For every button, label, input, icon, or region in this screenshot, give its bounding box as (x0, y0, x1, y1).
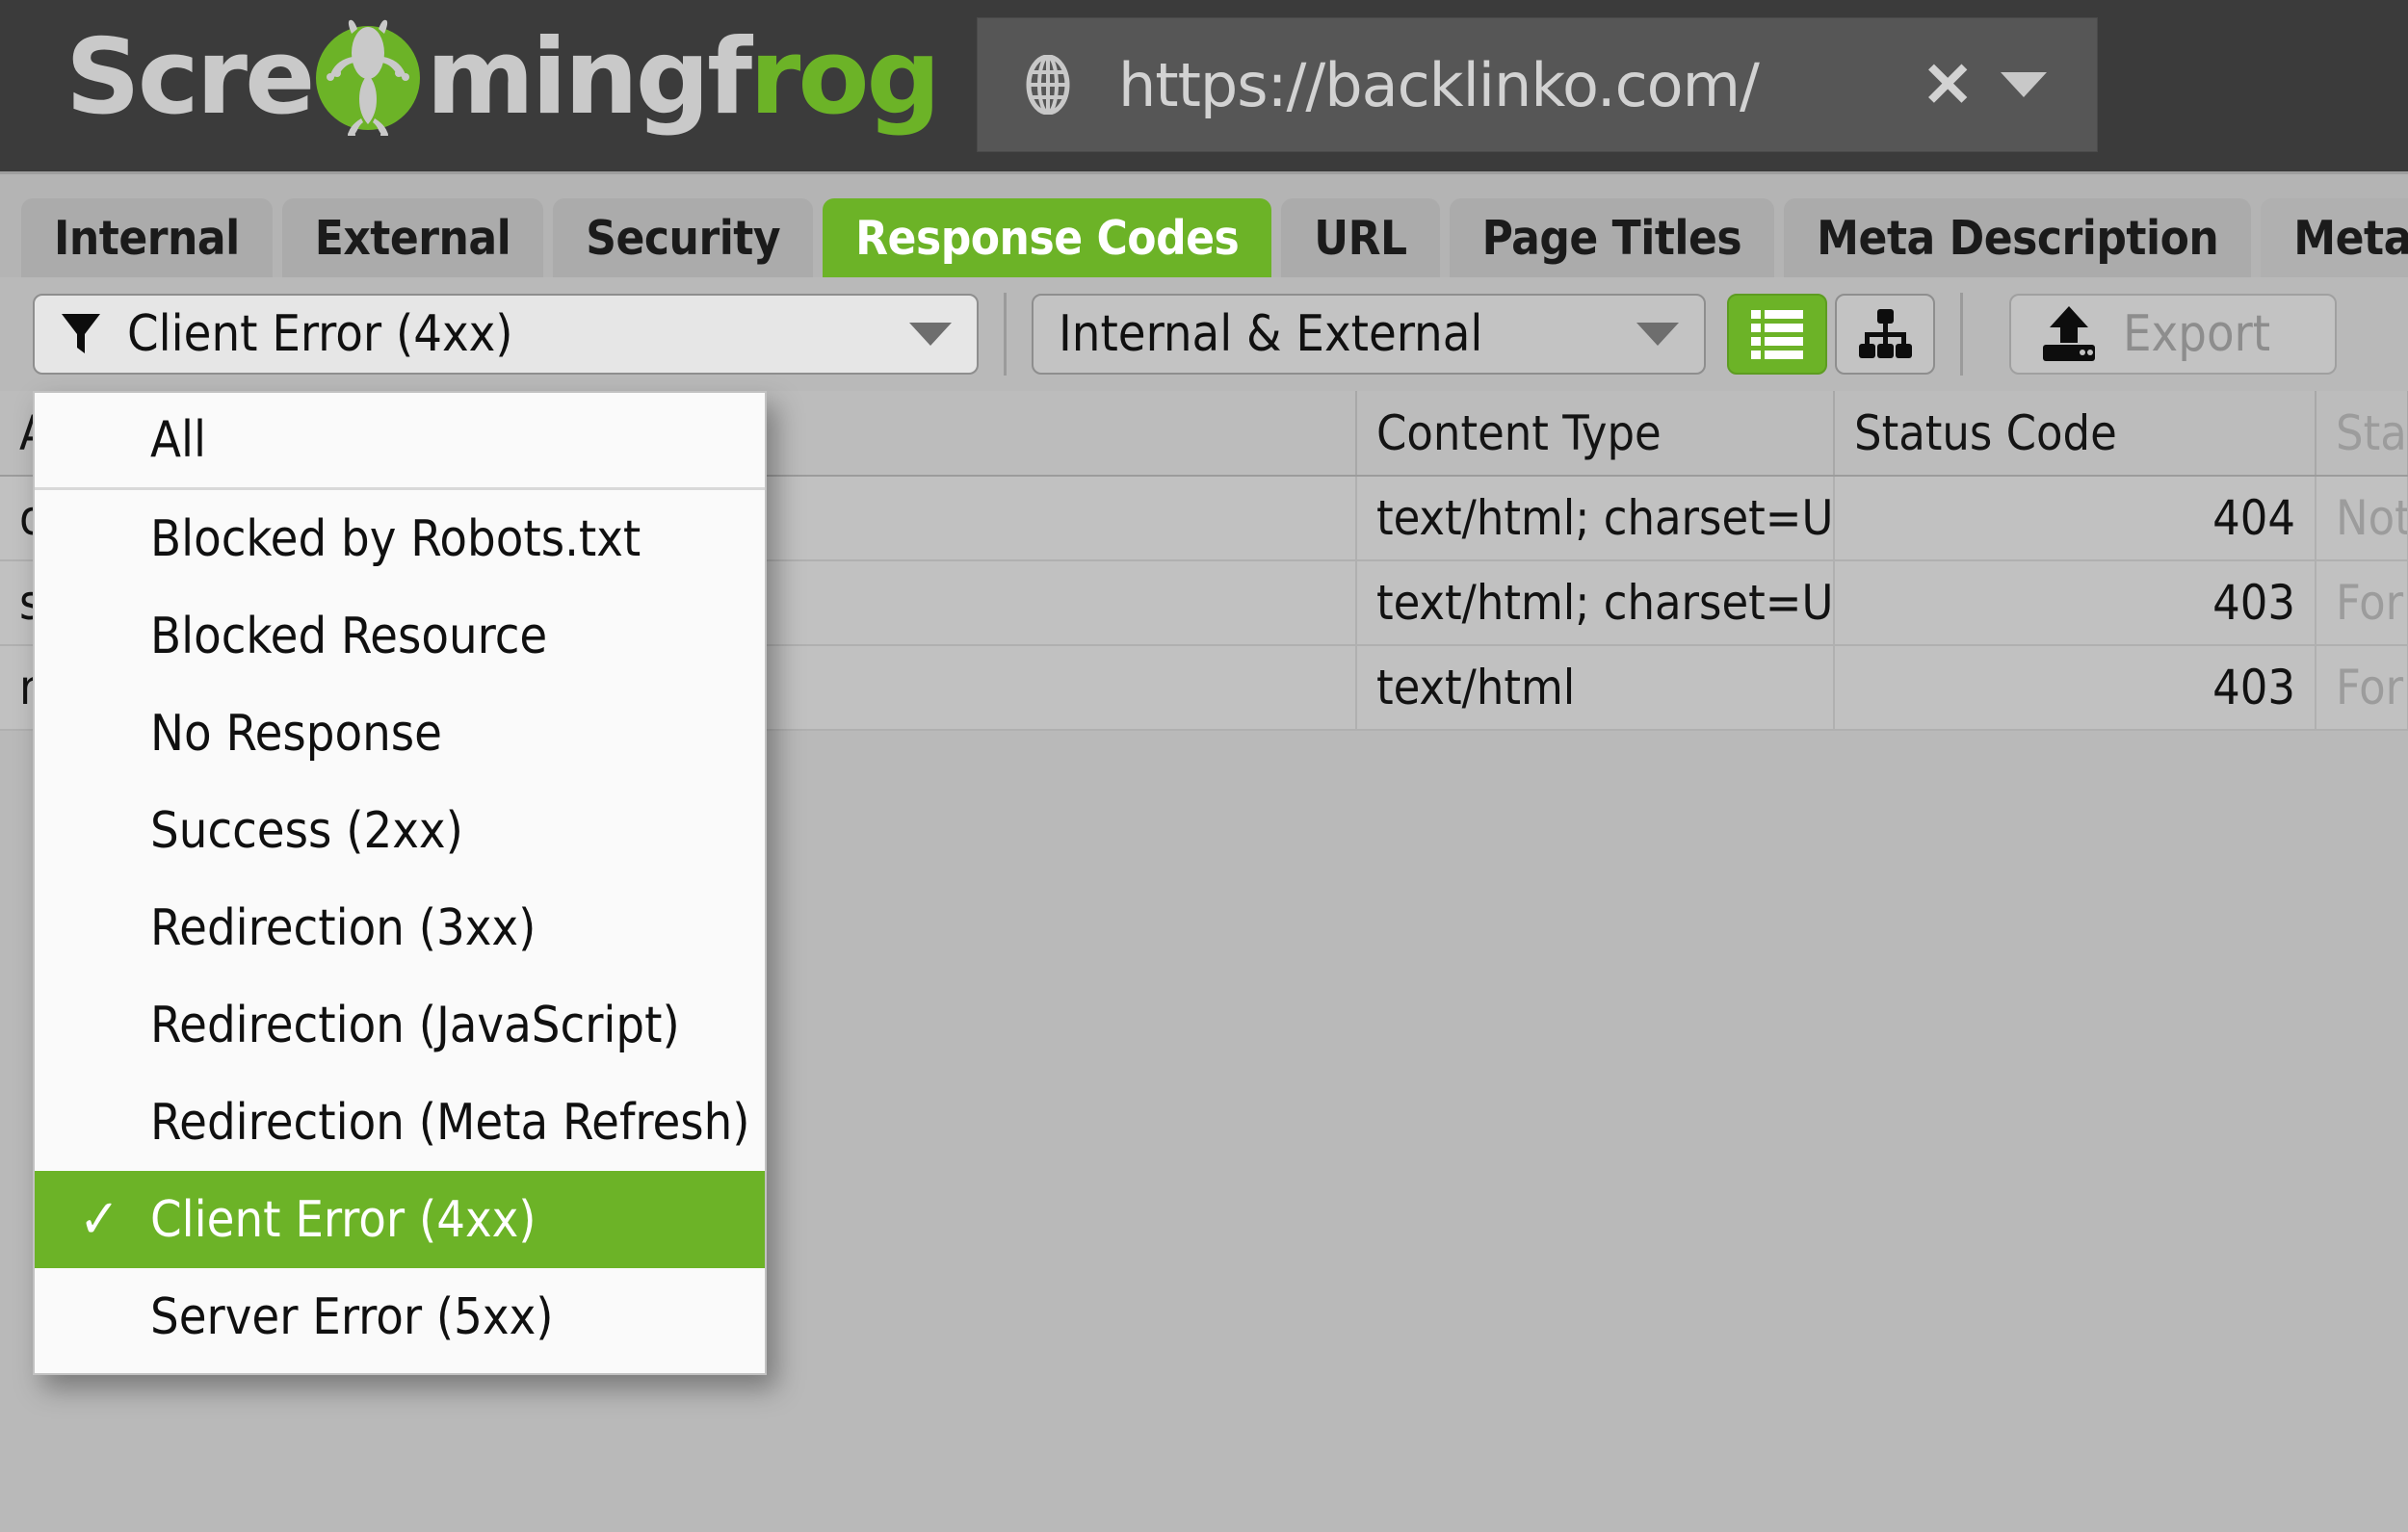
scope-dropdown[interactable]: Internal & External (1032, 294, 1706, 375)
tab-label: URL (1314, 211, 1406, 266)
cell-content-type: text/html; charset=UTF-8 (1356, 476, 1834, 560)
tab-page-titles[interactable]: Page Titles (1450, 198, 1775, 277)
menu-item-success-2xx[interactable]: Success (2xx) (35, 782, 765, 879)
menu-item-no-response[interactable]: No Response (35, 685, 765, 782)
menu-item-label: Blocked Resource (150, 608, 547, 665)
menu-item-label: Client Error (4xx) (150, 1191, 537, 1249)
tab-meta-keywords[interactable]: Meta Keywords (2261, 198, 2408, 277)
cell-status: Forbidden (2316, 645, 2408, 730)
tree-view-button[interactable] (1835, 294, 1935, 375)
menu-item-blocked-by-robots[interactable]: Blocked by Robots.txt (35, 490, 765, 587)
menu-item-client-error-4xx[interactable]: ✓ Client Error (4xx) (35, 1171, 765, 1268)
column-header-status-code[interactable]: Status Code (1834, 391, 2316, 476)
menu-item-label: Blocked by Robots.txt (150, 510, 641, 568)
frog-logo-icon (312, 20, 426, 134)
menu-item-label: Server Error (5xx) (150, 1288, 554, 1346)
export-button[interactable]: Export (2009, 294, 2337, 375)
cell-status-code: 404 (1834, 476, 2316, 560)
menu-item-all[interactable]: All (35, 393, 765, 490)
tree-view-icon (1857, 307, 1913, 361)
menu-item-label: Success (2xx) (150, 802, 463, 860)
export-label: Export (2123, 305, 2270, 363)
tab-external[interactable]: External (282, 198, 544, 277)
toolbar-divider-2 (1960, 293, 1963, 376)
response-filter-dropdown[interactable]: Client Error (4xx) (33, 294, 979, 375)
cell-content-type: text/html (1356, 645, 1834, 730)
tab-label: Internal (54, 211, 240, 266)
filter-toolbar: Client Error (4xx) Internal & External (0, 277, 2408, 391)
url-value[interactable]: https://backlinko.com/ (1118, 50, 1922, 120)
menu-item-label: Redirection (JavaScript) (150, 997, 680, 1054)
chevron-down-icon[interactable] (2001, 72, 2047, 97)
menu-item-redirection-3xx[interactable]: Redirection (3xx) (35, 879, 765, 976)
frog-glyph-icon (326, 18, 410, 136)
close-icon[interactable]: ✕ (1922, 54, 1974, 116)
tab-meta-description[interactable]: Meta Description (1784, 198, 2251, 277)
scope-value: Internal & External (1059, 305, 1636, 363)
cell-status: Forbidden (2316, 560, 2408, 645)
logo-text-part1: Scre (65, 17, 312, 138)
tab-response-codes[interactable]: Response Codes (823, 198, 1271, 277)
menu-item-label: All (150, 411, 206, 469)
cell-content-type: text/html; charset=UTF-8 (1356, 560, 1834, 645)
tab-label: Response Codes (855, 211, 1239, 266)
tab-url[interactable]: URL (1281, 198, 1439, 277)
globe-icon (1018, 55, 1078, 115)
menu-item-label: Redirection (3xx) (150, 899, 536, 957)
column-header-content-type[interactable]: Content Type (1356, 391, 1834, 476)
export-icon (2040, 304, 2098, 364)
tab-label: Meta Keywords (2293, 211, 2408, 266)
menu-item-redirection-javascript[interactable]: Redirection (JavaScript) (35, 976, 765, 1074)
tab-label: Meta Description (1817, 211, 2218, 266)
response-filter-value: Client Error (4xx) (127, 305, 909, 363)
cell-status-code: 403 (1834, 645, 2316, 730)
logo-text-part3: rog (749, 17, 938, 138)
list-view-icon (1749, 307, 1805, 361)
response-filter-menu: All Blocked by Robots.txt Blocked Resour… (33, 391, 767, 1375)
menu-item-blocked-resource[interactable]: Blocked Resource (35, 587, 765, 685)
menu-item-server-error-5xx[interactable]: Server Error (5xx) (35, 1268, 765, 1365)
check-icon: ✓ (79, 1193, 119, 1247)
screaming-frog-window: Scre (0, 0, 2408, 1532)
app-logo: Scre (65, 12, 938, 143)
funnel-icon (60, 311, 102, 357)
tab-security[interactable]: Security (553, 198, 813, 277)
tab-label: External (315, 211, 511, 266)
main-tab-bar: Internal External Security Response Code… (0, 171, 2408, 277)
cell-status-code: 403 (1834, 560, 2316, 645)
view-toggle-group (1727, 294, 1935, 375)
tab-internal[interactable]: Internal (21, 198, 273, 277)
chevron-down-icon (909, 323, 952, 346)
list-view-button[interactable] (1727, 294, 1827, 375)
logo-text-part2: mingf (426, 17, 749, 138)
tab-label: Security (586, 211, 780, 266)
menu-item-label: No Response (150, 705, 442, 763)
url-input-bar[interactable]: https://backlinko.com/ ✕ (977, 17, 2098, 152)
menu-item-label: Redirection (Meta Refresh) (150, 1094, 750, 1152)
toolbar-divider-1 (1004, 293, 1007, 376)
tab-label: Page Titles (1482, 211, 1742, 266)
chevron-down-icon (1636, 323, 1679, 346)
cell-status: Not Found (2316, 476, 2408, 560)
column-header-status[interactable]: Status (2316, 391, 2408, 476)
app-header: Scre (0, 0, 2408, 171)
menu-item-redirection-meta-refresh[interactable]: Redirection (Meta Refresh) (35, 1074, 765, 1171)
